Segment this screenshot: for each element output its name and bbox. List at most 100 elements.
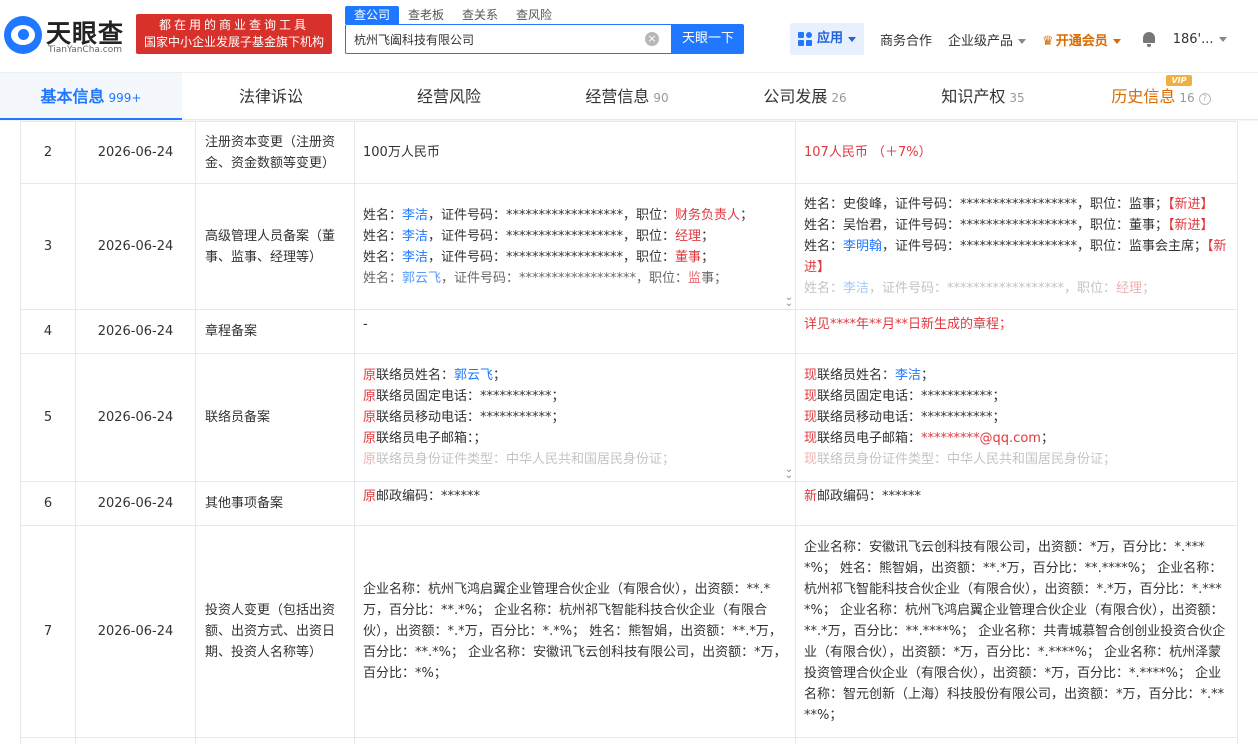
tab-operating-info[interactable]: 经营信息 90 xyxy=(538,73,716,120)
row-number: 6 xyxy=(20,481,76,526)
expand-chevron-icon[interactable]: ⌄ ⌄ xyxy=(783,293,795,309)
eye-logo-icon xyxy=(4,16,42,54)
row-number: 2 xyxy=(20,121,76,184)
person-link[interactable]: 郭云飞 xyxy=(454,368,493,383)
after-change: 新邮政编码：****** xyxy=(795,481,1238,526)
manager-line: 姓名：李洁，证件号码：******************，职位：财务负责人； xyxy=(363,207,754,223)
chevron-down-icon xyxy=(1218,36,1227,42)
business-cooperation-link[interactable]: 商务合作 xyxy=(880,30,932,49)
vip-badge: VIP xyxy=(1166,75,1192,86)
tab-label: 法律诉讼 xyxy=(238,87,303,106)
search-tab-risk[interactable]: 查风险 xyxy=(507,6,561,24)
tab-history-info[interactable]: 历史信息 16? xyxy=(1072,73,1250,120)
after-change: 企业名称：安徽讯飞云创科技有限公司，出资额：*万，百分比：*.****%； 姓名… xyxy=(795,525,1238,738)
new-tag: 【新进】 xyxy=(1168,197,1214,212)
slogan-line-2: 国家中小企业发展子基金旗下机构 xyxy=(143,35,324,49)
search-input[interactable] xyxy=(346,25,636,53)
before-change: 原联络员姓名：郭云飞； 原联络员固定电话：***********； 原联络员移动… xyxy=(354,353,796,482)
table-row: 7 2026-06-24 投资人变更（包括出资额、出资方式、出资日期、投资人名称… xyxy=(20,525,1238,738)
tab-count: 16 xyxy=(1179,91,1195,105)
after-change: 姓名：史俊峰，证件号码：******************，职位：监事；【新进… xyxy=(795,183,1238,310)
user-phone: 186'... xyxy=(1172,31,1214,47)
row-number: 4 xyxy=(20,309,76,354)
change-item: 注册资本变更（注册资金、资金数额等变更） xyxy=(195,121,355,184)
person-link[interactable]: 李洁 xyxy=(402,208,428,223)
tab-count: 35 xyxy=(1009,91,1025,105)
apps-label: 应用 xyxy=(817,31,844,46)
chevron-down-icon xyxy=(848,36,857,42)
logo-domain: TianYanCha.com xyxy=(48,45,123,55)
tab-label: 公司发展 xyxy=(763,87,828,106)
company-section-tabs: 基本信息 999+ 法律诉讼 经营风险 经营信息 90 公司发展 26 知识产权 35 … xyxy=(0,72,1258,120)
contact-line: 现联络员姓名：李洁； xyxy=(804,368,935,383)
row-number: 7 xyxy=(20,525,76,738)
apps-menu-button[interactable]: 应用 xyxy=(790,23,865,55)
enterprise-products-label: 企业级产品 xyxy=(948,33,1014,49)
change-item: 高级管理人员备案（董事、监事、经理等） xyxy=(195,183,355,310)
table-row: 2 2026-06-24 注册资本变更（注册资金、资金数额等变更） 100万人民… xyxy=(20,121,1238,184)
row-number: 5 xyxy=(20,353,76,482)
change-date: 2026-06-24 xyxy=(75,121,196,184)
person-link[interactable]: 李洁 xyxy=(402,250,428,265)
chevron-down-icon xyxy=(1112,38,1121,44)
search-box: × xyxy=(345,24,672,54)
tab-count: 90 xyxy=(653,91,669,105)
before-change: 企业名称：杭州飞鸿启翼企业管理合伙企业（有限合伙），出资额：**.*万，百分比：… xyxy=(354,525,796,738)
open-vip-menu[interactable]: ♛ 开通会员 xyxy=(1042,30,1121,49)
search-button[interactable]: 天眼一下 xyxy=(672,24,744,54)
change-date: 2026-06-24 xyxy=(75,309,196,354)
before-change: 100万人民币 xyxy=(354,121,796,184)
slogan-line-1: 都在用的商业查询工具 xyxy=(158,18,309,32)
chevron-down-icon xyxy=(1018,38,1027,44)
tab-count: 26 xyxy=(831,91,847,105)
contact-line: 现联络员固定电话：***********； xyxy=(804,389,1006,404)
tab-company-development[interactable]: 公司发展 26 xyxy=(716,73,894,120)
change-records-table: 2 2026-06-24 注册资本变更（注册资金、资金数额等变更） 100万人民… xyxy=(20,121,1238,744)
contact-line: 现联络员移动电话：***********； xyxy=(804,410,1006,425)
open-vip-label: 开通会员 xyxy=(1055,33,1108,49)
before-change: 姓名：李洁，证件号码：******************，职位：财务负责人； … xyxy=(354,183,796,310)
change-date: 2026-06-24 xyxy=(75,481,196,526)
tianyancha-logo[interactable]: 天眼查 TianYanCha.com xyxy=(4,12,130,56)
manager-line: 姓名：吴怡君，证件号码：******************，职位：董事；【新进… xyxy=(804,218,1214,233)
tab-intellectual-property[interactable]: 知识产权 35 xyxy=(894,73,1072,120)
person-link[interactable]: 李洁 xyxy=(402,229,428,244)
change-item: 投资人变更（包括出资额、出资方式、出资日期、投资人名称等） xyxy=(195,525,355,738)
tab-operating-risk[interactable]: 经营风险 xyxy=(360,73,538,120)
manager-line-faded: 姓名：郭云飞，证件号码：******************，职位：监事； xyxy=(363,270,728,286)
tab-label: 经营信息 xyxy=(585,87,650,106)
clear-icon[interactable]: × xyxy=(645,32,659,46)
contact-line: 原联络员电子邮箱：； xyxy=(363,431,487,446)
search-tab-relation[interactable]: 查关系 xyxy=(453,6,507,24)
person-link[interactable]: 李明翰 xyxy=(843,239,882,254)
change-date: 2026-06-24 xyxy=(75,183,196,310)
manager-line: 姓名：史俊峰，证件号码：******************，职位：监事；【新进… xyxy=(804,197,1214,212)
change-item: 其他事项备案 xyxy=(195,481,355,526)
contact-line: 原联络员移动电话：***********； xyxy=(363,410,565,425)
help-icon[interactable]: ? xyxy=(1198,93,1211,105)
contact-line: 原联络员固定电话：***********； xyxy=(363,389,565,404)
change-date: 2026-06-24 xyxy=(75,525,196,738)
apps-grid-icon xyxy=(798,32,812,46)
after-change: 107人民币 （＋7%） xyxy=(795,121,1238,184)
change-date: 2026-06-24 xyxy=(75,353,196,482)
slogan-banner[interactable]: 都在用的商业查询工具 国家中小企业发展子基金旗下机构 xyxy=(136,14,332,54)
change-item: 章程备案 xyxy=(195,309,355,354)
change-records-panel: 2 2026-06-24 注册资本变更（注册资金、资金数额等变更） 100万人民… xyxy=(0,121,1258,744)
tab-legal-litigation[interactable]: 法律诉讼 xyxy=(182,73,360,120)
tab-basic-info[interactable]: 基本信息 999+ xyxy=(0,73,182,120)
person-link[interactable]: 郭云飞 xyxy=(402,271,441,286)
contact-line-faded: 原联络员身份证件类型：中华人民共和国居民身份证； xyxy=(363,452,676,467)
search-tab-company[interactable]: 查公司 xyxy=(345,6,400,24)
person-link[interactable]: 李洁 xyxy=(895,368,921,383)
top-header: 天眼查 TianYanCha.com 都在用的商业查询工具 国家中小企业发展子基… xyxy=(0,0,1258,72)
after-change: 现联络员姓名：李洁； 现联络员固定电话：***********； 现联络员移动电… xyxy=(795,353,1238,482)
search-tab-boss[interactable]: 查老板 xyxy=(399,6,453,24)
bell-icon[interactable] xyxy=(1141,31,1157,47)
expand-chevron-icon[interactable]: ⌄ ⌄ xyxy=(783,465,795,481)
contact-line: 现联络员电子邮箱：*********@qq.com； xyxy=(804,431,1054,446)
user-menu[interactable]: 186'... xyxy=(1173,32,1227,47)
row-number: 3 xyxy=(20,183,76,310)
person-link[interactable]: 李洁 xyxy=(843,281,869,296)
enterprise-products-menu[interactable]: 企业级产品 xyxy=(948,30,1027,49)
